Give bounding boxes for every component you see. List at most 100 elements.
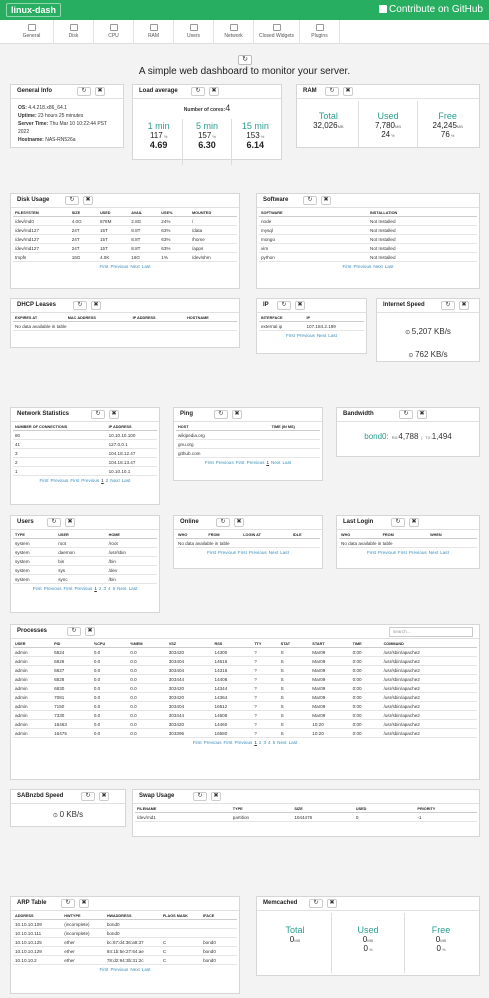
- pagination-last[interactable]: Last: [289, 740, 298, 745]
- pagination-first[interactable]: First: [207, 550, 216, 555]
- refresh-button[interactable]: ↻: [441, 301, 455, 310]
- refresh-all-button[interactable]: ↻: [238, 55, 252, 65]
- refresh-button[interactable]: ↻: [391, 518, 405, 527]
- close-button[interactable]: ✖: [83, 196, 93, 205]
- pagination-last[interactable]: Last: [282, 460, 291, 465]
- pagination-next[interactable]: Next: [373, 264, 382, 269]
- pagination-prev[interactable]: Previous: [297, 333, 315, 338]
- pagination-next[interactable]: Next: [130, 967, 139, 972]
- pagination-last[interactable]: Last: [328, 333, 337, 338]
- pagination-first[interactable]: First: [193, 740, 202, 745]
- pagination-prev[interactable]: Previous: [409, 550, 427, 555]
- pagination-first[interactable]: First: [286, 333, 295, 338]
- pagination-first[interactable]: First: [33, 586, 42, 591]
- nav-item-users[interactable]: Users: [174, 20, 214, 44]
- close-button[interactable]: ✖: [99, 792, 109, 801]
- close-button[interactable]: ✖: [409, 518, 419, 527]
- brand-logo[interactable]: linux-dash: [6, 3, 62, 17]
- close-button[interactable]: ✖: [109, 410, 119, 419]
- pagination-first[interactable]: First: [70, 478, 79, 483]
- pagination-next[interactable]: Next: [271, 460, 280, 465]
- close-button[interactable]: ✖: [209, 87, 219, 96]
- close-button[interactable]: ✖: [417, 410, 427, 419]
- refresh-button[interactable]: ↻: [81, 792, 95, 801]
- pagination-prev[interactable]: Previous: [378, 550, 396, 555]
- close-button[interactable]: ✖: [459, 301, 469, 310]
- refresh-button[interactable]: ↻: [61, 899, 75, 908]
- pagination-prev[interactable]: Previous: [234, 740, 252, 745]
- pagination-next[interactable]: Next: [317, 333, 326, 338]
- pagination-first[interactable]: First: [367, 550, 376, 555]
- refresh-button[interactable]: ↻: [399, 410, 413, 419]
- pagination-first[interactable]: First: [100, 967, 109, 972]
- refresh-button[interactable]: ↻: [325, 87, 339, 96]
- pagination-prev[interactable]: Previous: [353, 264, 371, 269]
- nav-item-ram[interactable]: RAM: [134, 20, 174, 44]
- refresh-button[interactable]: ↻: [67, 627, 81, 636]
- nav-item-general[interactable]: General: [10, 20, 54, 44]
- nav-item-disk[interactable]: Disk: [54, 20, 94, 44]
- pagination-p1[interactable]: 1: [101, 478, 104, 483]
- refresh-button[interactable]: ↻: [303, 196, 317, 205]
- pagination-next[interactable]: Next: [269, 550, 278, 555]
- close-button[interactable]: ✖: [85, 627, 95, 636]
- pagination-p1[interactable]: 1: [94, 586, 97, 591]
- pagination-last[interactable]: Last: [142, 967, 151, 972]
- github-link[interactable]: Contribute on GitHub: [379, 4, 483, 15]
- pagination-last[interactable]: Last: [142, 264, 151, 269]
- close-button[interactable]: ✖: [234, 518, 244, 527]
- pagination-prev[interactable]: Previous: [110, 264, 128, 269]
- pagination-next[interactable]: Next: [429, 550, 438, 555]
- pagination-prev[interactable]: Previous: [218, 550, 236, 555]
- pagination-p3[interactable]: 3: [263, 740, 266, 745]
- close-button[interactable]: ✖: [321, 196, 331, 205]
- close-button[interactable]: ✖: [327, 899, 337, 908]
- pagination-p1[interactable]: 1: [254, 740, 257, 745]
- pagination-next[interactable]: Next: [117, 586, 126, 591]
- nav-item-network[interactable]: Network: [214, 20, 254, 44]
- pagination-p3[interactable]: 3: [103, 586, 106, 591]
- refresh-button[interactable]: ↻: [65, 196, 79, 205]
- refresh-button[interactable]: ↻: [216, 518, 230, 527]
- pagination-next[interactable]: Next: [277, 740, 286, 745]
- pagination-p2[interactable]: 2: [99, 586, 102, 591]
- pagination-first[interactable]: First: [238, 550, 247, 555]
- close-button[interactable]: ✖: [91, 301, 101, 310]
- refresh-button[interactable]: ↻: [77, 87, 91, 96]
- close-button[interactable]: ✖: [232, 410, 242, 419]
- pagination-prev[interactable]: Previous: [110, 967, 128, 972]
- pagination-first[interactable]: First: [398, 550, 407, 555]
- close-button[interactable]: ✖: [295, 301, 305, 310]
- pagination-first[interactable]: First: [205, 460, 214, 465]
- pagination-p1[interactable]: 1: [266, 460, 269, 465]
- nav-item-plugins[interactable]: Plugins: [300, 20, 340, 44]
- pagination-prev[interactable]: Previous: [216, 460, 234, 465]
- pagination-first[interactable]: First: [224, 740, 233, 745]
- refresh-button[interactable]: ↻: [91, 410, 105, 419]
- close-button[interactable]: ✖: [343, 87, 353, 96]
- search-input[interactable]: search...: [389, 627, 473, 637]
- pagination-last[interactable]: Last: [440, 550, 449, 555]
- pagination-p4[interactable]: 4: [108, 586, 111, 591]
- pagination-p5[interactable]: 5: [273, 740, 276, 745]
- nav-item-cpu[interactable]: CPU: [94, 20, 134, 44]
- pagination-prev[interactable]: Previous: [247, 460, 265, 465]
- pagination-next[interactable]: Next: [110, 478, 119, 483]
- pagination-p2[interactable]: 2: [259, 740, 262, 745]
- pagination-prev[interactable]: Previous: [74, 586, 92, 591]
- refresh-button[interactable]: ↻: [73, 301, 87, 310]
- refresh-button[interactable]: ↻: [193, 792, 207, 801]
- close-button[interactable]: ✖: [65, 518, 75, 527]
- refresh-button[interactable]: ↻: [309, 899, 323, 908]
- pagination-first[interactable]: First: [100, 264, 109, 269]
- pagination-first[interactable]: First: [64, 586, 73, 591]
- refresh-button[interactable]: ↻: [277, 301, 291, 310]
- pagination-last[interactable]: Last: [385, 264, 394, 269]
- pagination-last[interactable]: Last: [280, 550, 289, 555]
- pagination-prev[interactable]: Previous: [44, 586, 62, 591]
- nav-item-closed-widgets[interactable]: Closed Widgets: [254, 20, 300, 44]
- close-button[interactable]: ✖: [79, 899, 89, 908]
- close-button[interactable]: ✖: [211, 792, 221, 801]
- pagination-prev[interactable]: Previous: [249, 550, 267, 555]
- pagination-first[interactable]: First: [40, 478, 49, 483]
